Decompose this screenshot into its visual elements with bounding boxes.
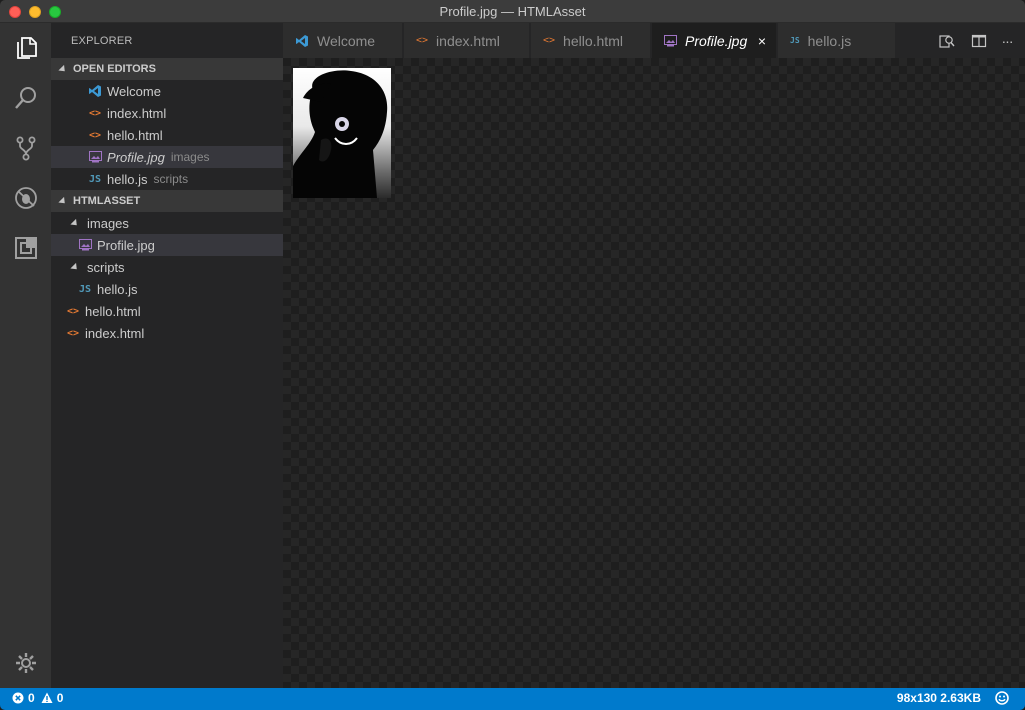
tree-label: index.html — [85, 325, 145, 341]
open-editor-item-hello-js[interactable]: JS hello.js scripts — [51, 168, 283, 190]
tab-welcome[interactable]: Welcome — [283, 23, 403, 58]
tab-label: hello.html — [563, 32, 623, 49]
profile-image — [293, 70, 388, 198]
open-editor-label: hello.html — [107, 127, 163, 143]
tree-label: hello.html — [85, 303, 141, 319]
more-actions-icon[interactable]: ··· — [997, 31, 1017, 51]
status-bar: 0 0 98x130 2.63KB — [0, 688, 1025, 710]
image-file-icon — [664, 34, 677, 47]
search-icon[interactable] — [0, 73, 51, 123]
tree-file-hello-js[interactable]: JS hello.js — [51, 278, 283, 300]
vscode-window: Profile.jpg — HTMLAsset EXPLORER OPEN ED… — [0, 0, 1025, 710]
open-editor-detail: scripts — [153, 172, 189, 186]
caret-down-icon — [58, 196, 68, 206]
html-file-icon: <> — [66, 327, 80, 339]
warnings-indicator[interactable]: 0 — [41, 691, 64, 705]
status-bar-left: 0 0 — [12, 691, 69, 705]
tab-hello-js[interactable]: JS hello.js — [778, 23, 896, 58]
image-preview — [293, 68, 391, 198]
tab-index-html[interactable]: <> index.html — [404, 23, 530, 58]
html-file-icon: <> — [543, 35, 556, 46]
image-file-icon — [87, 149, 103, 165]
settings-gear-icon[interactable] — [0, 638, 51, 688]
tab-profile-jpg[interactable]: Profile.jpg × — [652, 23, 777, 58]
vscode-icon — [295, 34, 309, 48]
caret-down-icon — [70, 218, 80, 228]
tree-label: hello.js — [97, 281, 138, 297]
open-changes-icon[interactable] — [937, 31, 957, 51]
error-icon — [12, 692, 24, 704]
workspace-title: HTMLASSET — [73, 195, 141, 207]
tab-label: index.html — [436, 32, 500, 49]
image-file-icon — [77, 237, 93, 253]
tree-folder-scripts[interactable]: scripts — [51, 256, 283, 278]
errors-count: 0 — [28, 691, 35, 705]
html-file-icon: <> — [88, 129, 102, 141]
debug-icon[interactable] — [0, 173, 51, 223]
vscode-icon — [87, 83, 103, 99]
tree-file-profile-jpg[interactable]: Profile.jpg — [51, 234, 283, 256]
caret-down-icon — [70, 262, 80, 272]
image-preview-canvas — [283, 58, 1025, 688]
workspace-header[interactable]: HTMLASSET — [51, 190, 283, 212]
tab-label: hello.js — [807, 32, 852, 49]
title-bar: Profile.jpg — HTMLAsset — [0, 0, 1025, 23]
tab-hello-html[interactable]: <> hello.html — [531, 23, 651, 58]
tree-label: scripts — [87, 259, 125, 275]
js-file-icon: JS — [790, 36, 800, 45]
open-editor-item-profile-jpg[interactable]: Profile.jpg images — [51, 146, 283, 168]
explorer-icon[interactable] — [0, 23, 51, 73]
html-file-icon: <> — [66, 305, 80, 317]
open-editors-header[interactable]: OPEN EDITORS — [51, 58, 283, 80]
editor-tabs: Welcome <> index.html <> hello.html Prof… — [283, 23, 1025, 58]
editor-area: Welcome <> index.html <> hello.html Prof… — [283, 23, 1025, 688]
tab-label: Welcome — [317, 32, 376, 49]
errors-indicator[interactable]: 0 — [12, 691, 35, 705]
split-editor-icon[interactable] — [969, 31, 989, 51]
open-editor-label: index.html — [107, 105, 167, 121]
tree-label: images — [87, 215, 129, 231]
tree-label: Profile.jpg — [97, 237, 155, 253]
tree-folder-images[interactable]: images — [51, 212, 283, 234]
html-file-icon: <> — [416, 35, 429, 46]
tab-label: Profile.jpg — [685, 32, 748, 49]
warnings-count: 0 — [56, 691, 64, 705]
open-editor-detail: images — [170, 150, 210, 164]
open-editor-label: hello.js — [107, 171, 148, 187]
source-control-icon[interactable] — [0, 123, 51, 173]
tree-file-hello-html[interactable]: <> hello.html — [51, 300, 283, 322]
tab-close-icon[interactable]: × — [758, 33, 766, 49]
editor-actions: ··· — [915, 23, 1025, 58]
open-editor-item-welcome[interactable]: Welcome — [51, 80, 283, 102]
caret-down-icon — [58, 64, 68, 74]
window-title: Profile.jpg — HTMLAsset — [439, 4, 586, 19]
js-file-icon: JS — [78, 283, 92, 295]
explorer-sidebar: EXPLORER OPEN EDITORS Welcome <> index.h… — [51, 23, 283, 688]
open-editor-item-index-html[interactable]: <> index.html — [51, 102, 283, 124]
open-editors-title: OPEN EDITORS — [73, 63, 156, 75]
status-bar-right: 98x130 2.63KB — [897, 691, 1013, 705]
sidebar-title: EXPLORER — [71, 35, 133, 47]
extensions-icon[interactable] — [0, 223, 51, 273]
open-editor-label: Welcome — [107, 83, 161, 99]
activity-bar — [0, 23, 51, 688]
open-editor-item-hello-html[interactable]: <> hello.html — [51, 124, 283, 146]
html-file-icon: <> — [88, 107, 102, 119]
warning-icon — [41, 692, 53, 703]
tree-file-index-html[interactable]: <> index.html — [51, 322, 283, 344]
feedback-smiley-icon[interactable] — [995, 691, 1013, 705]
js-file-icon: JS — [88, 173, 102, 185]
open-editor-label: Profile.jpg — [107, 149, 165, 165]
image-size-info[interactable]: 98x130 2.63KB — [897, 691, 981, 705]
